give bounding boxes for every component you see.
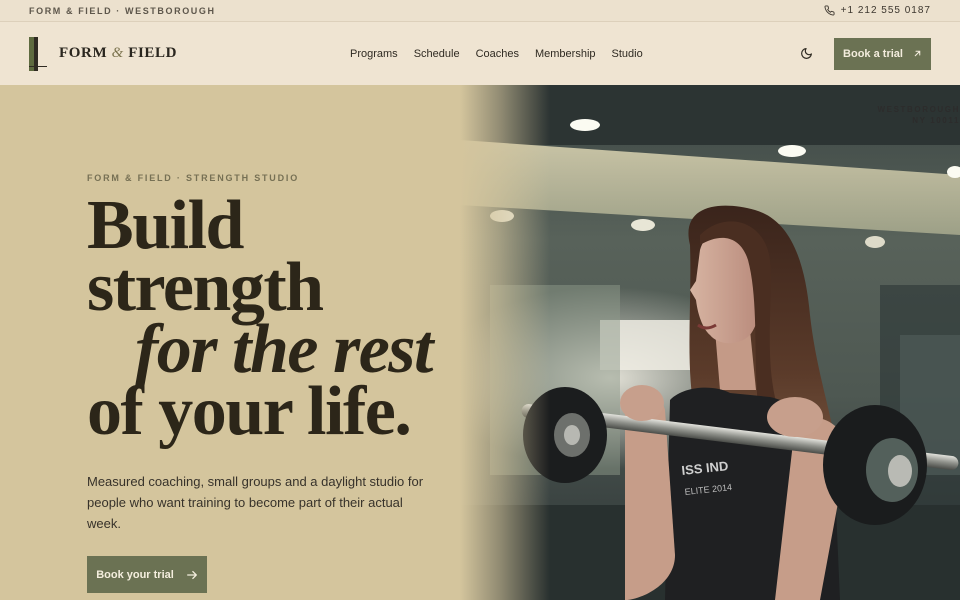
book-trial-button[interactable]: Book a trial	[834, 37, 931, 70]
headline-line-4: of your life.	[87, 373, 412, 450]
hero-description: Measured coaching, small groups and a da…	[87, 474, 424, 531]
nav-item-studio[interactable]: Studio	[612, 48, 643, 60]
hero-headline: Build strength for the rest of your life…	[87, 187, 434, 450]
logo-wordmark: FORM & FIELD	[59, 45, 178, 61]
book-your-trial-label: Book your trial	[96, 568, 174, 581]
theme-toggle-button[interactable]	[798, 46, 814, 62]
nav-item-programs[interactable]: Programs	[350, 48, 398, 60]
hero-photo: ISS IND ELITE 2014 WESTBOROUGH NY 10011	[460, 85, 960, 600]
headline-line-1: Build	[87, 187, 244, 264]
arrow-up-right-icon	[914, 50, 921, 57]
main-nav: Programs Schedule Coaches Membership Stu…	[350, 48, 643, 60]
logo[interactable]: FORM & FIELD	[29, 36, 339, 71]
nav-item-schedule[interactable]: Schedule	[414, 48, 460, 60]
book-your-trial-button[interactable]: Book your trial	[87, 556, 207, 593]
photo-fade-overlay	[460, 85, 550, 600]
arrow-right-icon	[186, 570, 197, 579]
location-label: FORM & FIELD · WESTBOROUGH	[29, 5, 216, 16]
headline-line-2: strength	[87, 249, 324, 326]
nav-item-coaches[interactable]: Coaches	[476, 48, 519, 60]
hero-eyebrow: FORM & FIELD · STRENGTH STUDIO	[87, 173, 299, 183]
phone-link[interactable]: +1 212 555 0187	[824, 5, 931, 16]
headline-line-3: for the rest	[135, 311, 434, 388]
logo-mark-icon	[29, 36, 47, 71]
phone-icon	[824, 5, 835, 16]
top-strip: FORM & FIELD · WESTBOROUGH +1 212 555 01…	[0, 0, 960, 22]
phone-number: +1 212 555 0187	[840, 5, 931, 16]
address-label: WESTBOROUGH NY 10011	[877, 105, 960, 125]
site-header: FORM & FIELD Programs Schedule Coaches M…	[0, 22, 960, 85]
hero-section: ISS IND ELITE 2014 WESTBOROUGH NY 10011 …	[0, 85, 960, 600]
moon-icon	[800, 48, 812, 59]
nav-item-membership[interactable]: Membership	[535, 48, 596, 60]
header-actions: Book a trial	[798, 37, 931, 70]
book-trial-label: Book a trial	[843, 47, 903, 60]
